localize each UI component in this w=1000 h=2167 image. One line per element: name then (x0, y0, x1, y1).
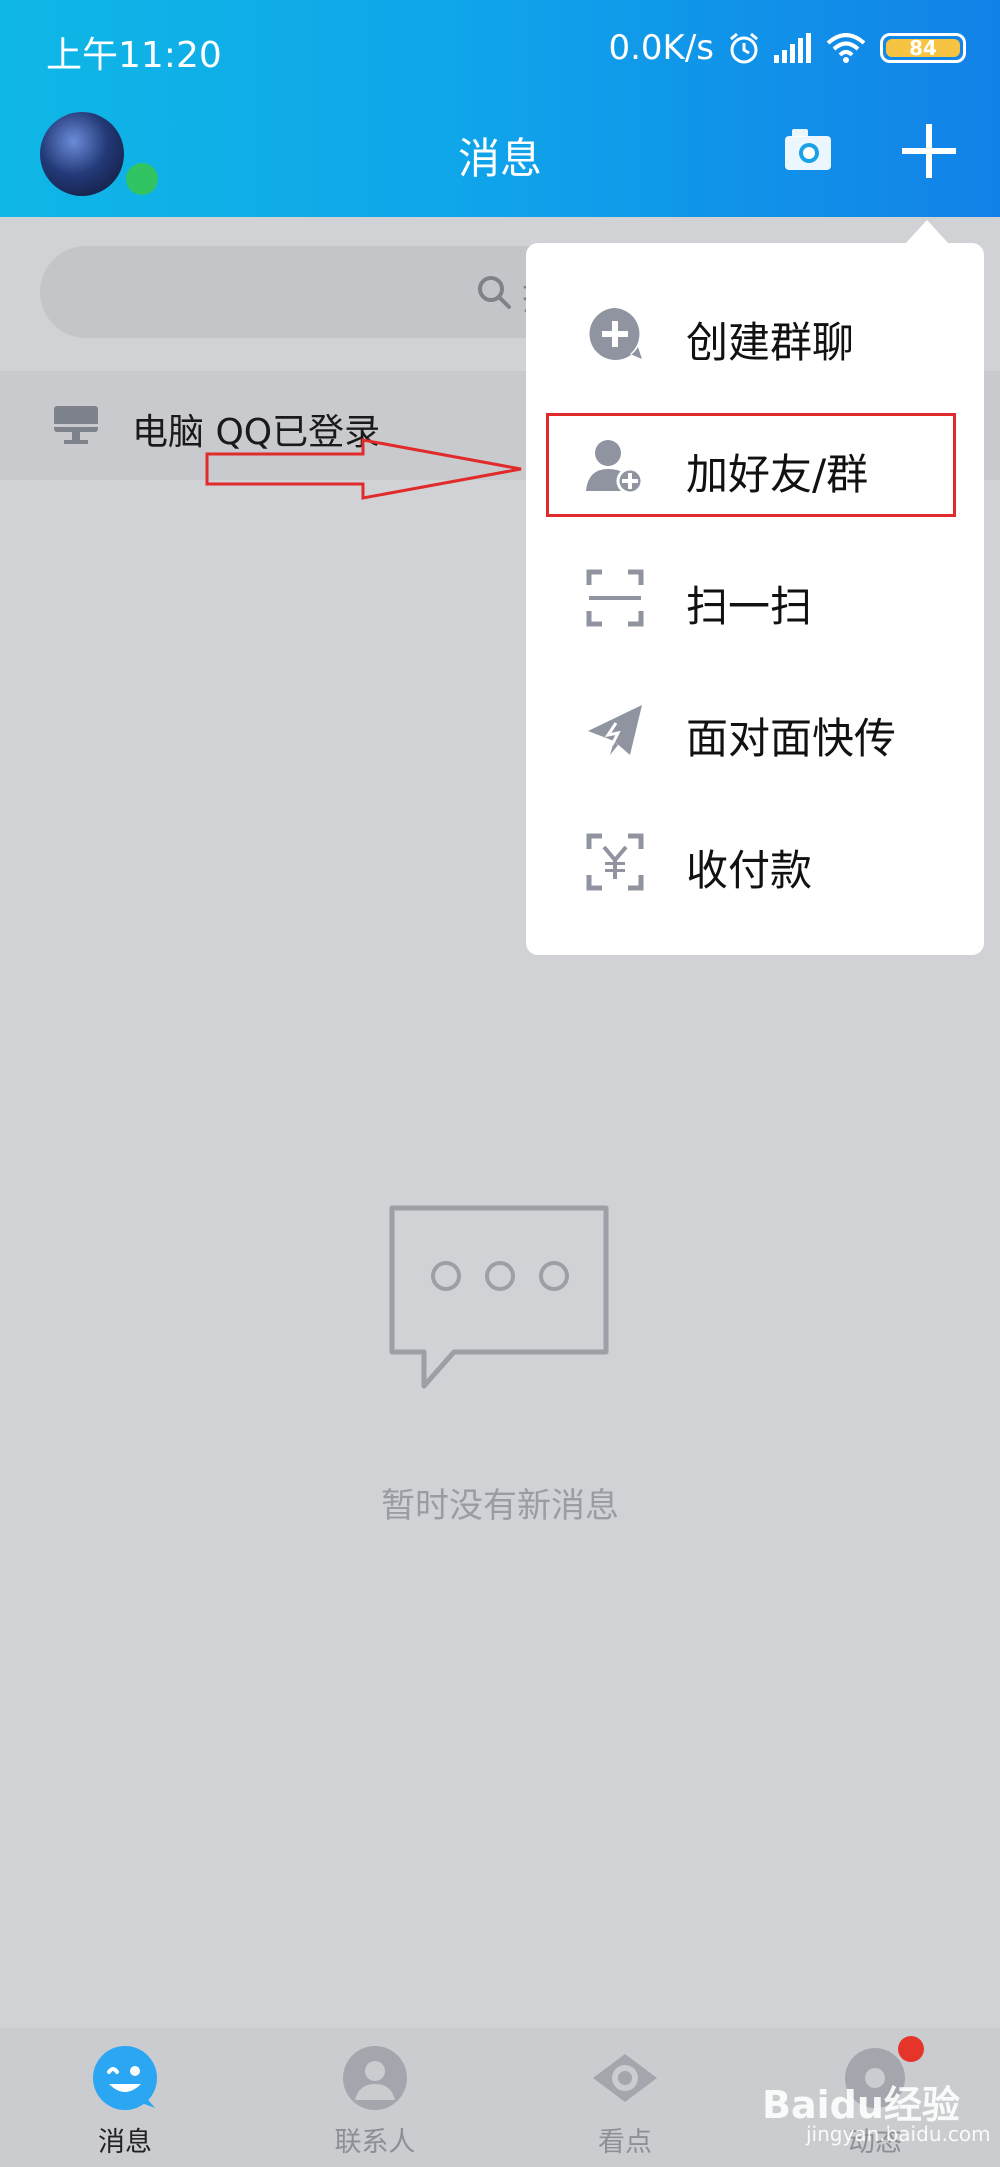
status-right: 0.0K/s 84 (608, 26, 966, 70)
eye-icon (593, 2054, 657, 2102)
page-title: 消息 (457, 134, 542, 183)
monitor-icon (54, 406, 98, 444)
search-icon (478, 276, 511, 309)
tab-messages[interactable]: 消息 (0, 2028, 250, 2167)
tab-label: 联系人 (334, 2127, 416, 2158)
menu-item-scan[interactable]: 扫一扫 (526, 533, 984, 665)
scan-icon (586, 569, 644, 627)
chat-bubble-icon (389, 1205, 609, 1389)
menu-item-send[interactable]: 面对面快传 (526, 665, 984, 797)
status-bar: 上午11:20 0.0K/s 84 (0, 0, 1000, 96)
watermark-url: jingyan.baidu.com (806, 2122, 991, 2146)
tab-kandian[interactable]: 看点 (500, 2028, 750, 2167)
tab-label: 消息 (98, 2127, 152, 2158)
notification-badge (898, 2036, 924, 2062)
menu-item-create-group[interactable]: 创建群聊 (526, 269, 984, 401)
create-group-icon (589, 308, 642, 360)
watermark-logo: Baidu经验 (762, 2083, 960, 2127)
status-time: 上午11:20 (46, 35, 222, 76)
annotation-arrow (205, 438, 522, 500)
menu-label: 面对面快传 (686, 714, 897, 763)
empty-state-text: 暂时没有新消息 (381, 1486, 619, 1526)
annotation-highlight-box (546, 413, 956, 517)
tab-label: 看点 (598, 2127, 652, 2158)
contacts-icon (343, 2046, 407, 2110)
menu-label: 扫一扫 (686, 582, 813, 631)
menu-label: 创建群聊 (686, 318, 855, 367)
camera-icon[interactable] (782, 124, 834, 176)
menu-label: 收付款 (686, 846, 813, 895)
tab-contacts[interactable]: 联系人 (250, 2028, 500, 2167)
alarm-icon (730, 32, 758, 64)
plus-icon[interactable] (902, 124, 956, 178)
signal-icon (774, 33, 811, 63)
messages-icon (93, 2046, 157, 2110)
payment-icon (586, 833, 644, 891)
dropdown-menu: 创建群聊 加好友/群 扫一扫 面对面快传 收付款 (526, 243, 984, 955)
header-bar: 上午11:20 0.0K/s 84 消息 (0, 0, 1000, 217)
send-icon (588, 705, 642, 755)
wifi-icon (826, 33, 866, 63)
menu-caret (905, 220, 949, 244)
battery-level: 84 (909, 36, 937, 60)
battery-icon: 84 (880, 33, 966, 63)
menu-item-payment[interactable]: 收付款 (526, 797, 984, 929)
net-speed: 0.0K/s (608, 28, 714, 68)
